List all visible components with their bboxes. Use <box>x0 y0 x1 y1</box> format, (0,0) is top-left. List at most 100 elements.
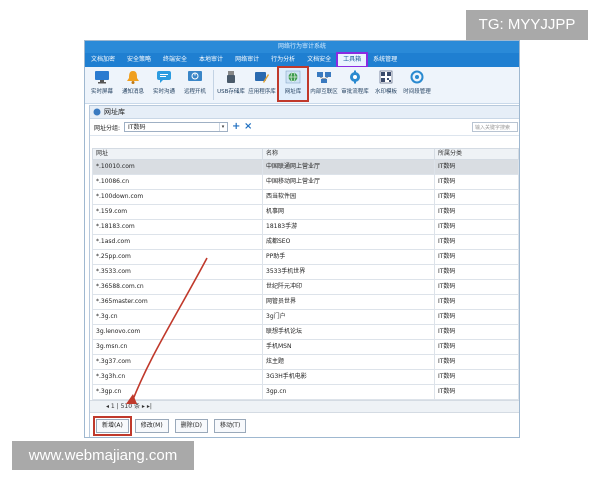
menu-item-endpoint-security[interactable]: 终端安全 <box>157 53 193 67</box>
table-row[interactable]: *.25pp.com PP助手 IT数码 <box>92 249 519 265</box>
table-row[interactable]: *.3g.cn 3g门户 IT数码 <box>92 309 519 325</box>
menu-item-system-admin[interactable]: 系统管理 <box>367 53 403 67</box>
table-row[interactable]: 3g.msn.cn 手机MSN IT数码 <box>92 339 519 355</box>
power-icon <box>187 69 203 85</box>
network-icon <box>316 69 332 85</box>
table-row[interactable]: *.365master.com 网管员世界 IT数码 <box>92 294 519 310</box>
url-cell: 3g.lenovo.com <box>92 324 263 340</box>
name-cell: 中国移动网上营业厅 <box>262 174 435 190</box>
name-cell: 18183手游 <box>262 219 435 235</box>
table-header-row: 网址 名称 所属分类 <box>92 148 519 160</box>
ribbon-watermark-template[interactable]: 水印模板 <box>371 67 401 101</box>
category-cell: IT数码 <box>434 309 519 325</box>
name-cell: 西当软件园 <box>262 189 435 205</box>
name-cell: 3g门户 <box>262 309 435 325</box>
bell-icon <box>125 69 141 85</box>
table-row[interactable]: *.100down.com 西当软件园 IT数码 <box>92 189 519 205</box>
ribbon-time-period[interactable]: 时间段管理 <box>402 67 432 101</box>
menu-item-local-audit[interactable]: 本地审计 <box>193 53 229 67</box>
url-cell: *.3g37.com <box>92 354 263 370</box>
move-button[interactable]: 移动(T) <box>213 418 247 433</box>
table-row[interactable]: *.10010.com 中国联通网上营业厅 IT数码 <box>92 159 519 175</box>
category-cell: IT数码 <box>434 249 519 265</box>
usb-icon <box>223 69 239 85</box>
ribbon-realtime-screen[interactable]: 实时屏幕 <box>87 67 117 101</box>
ribbon-url-library[interactable]: 网址库 <box>277 66 309 102</box>
menu-bar: 文档加密 安全策略 终端安全 本地审计 网络审计 行为分析 文档安全 工具箱 系… <box>85 52 519 68</box>
url-cell: *.25pp.com <box>92 249 263 265</box>
menu-item-doc-encrypt[interactable]: 文档加密 <box>85 53 121 67</box>
url-cell: *.10086.cn <box>92 174 263 190</box>
table-row[interactable]: *.3533.com 3533手机世界 IT数码 <box>92 264 519 280</box>
table-row[interactable]: *.159.com 机事网 IT数码 <box>92 204 519 220</box>
table-row[interactable]: *.18183.com 18183手游 IT数码 <box>92 219 519 235</box>
category-cell: IT数码 <box>434 354 519 370</box>
menu-item-behavior-analysis[interactable]: 行为分析 <box>265 53 301 67</box>
url-cell: 3g.msn.cn <box>92 339 263 355</box>
table-row[interactable]: *.10086.cn 中国移动网上营业厅 IT数码 <box>92 174 519 190</box>
category-cell: IT数码 <box>434 294 519 310</box>
table-row[interactable]: *.36588.com.cn 世纪阡元冲印 IT数码 <box>92 279 519 295</box>
app-window: 网络行为审计系统 文档加密 安全策略 终端安全 本地审计 网络审计 行为分析 文… <box>84 40 520 438</box>
category-cell: IT数码 <box>434 159 519 175</box>
category-cell: IT数码 <box>434 339 519 355</box>
delete-button[interactable]: 删除(D) <box>174 418 208 433</box>
ribbon-approval-flow[interactable]: 审批流程库 <box>340 67 370 101</box>
table-row[interactable]: *.3gp.cn 3gp.cn IT数码 <box>92 384 519 400</box>
page-number: 1 <box>110 403 115 410</box>
add-button[interactable]: 新增(A) <box>93 415 132 436</box>
name-cell: 3533手机世界 <box>262 264 435 280</box>
ribbon-realtime-chat[interactable]: 实时沟通 <box>149 67 179 101</box>
ribbon-notification[interactable]: 通知消息 <box>118 67 148 101</box>
table-row[interactable]: *.1asd.com 成都SEO IT数码 <box>92 234 519 250</box>
ribbon-toolbar: 实时屏幕 通知消息 实时沟通 远程开机 USB存储库 应用程序库 网址库 内部互… <box>85 66 519 104</box>
menu-item-toolbox[interactable]: 工具箱 <box>336 52 369 68</box>
ribbon-internal-network[interactable]: 内部互联区 <box>309 67 339 101</box>
subwindow-title-bar: 网址库 <box>90 106 519 119</box>
url-library-window: 网址库 网址分组: IT数码 ▾ + × 输入关键字搜索 网址 名称 所属分类 <box>89 105 519 437</box>
ribbon-app-library[interactable]: 应用程序库 <box>247 67 277 101</box>
column-header-name[interactable]: 名称 <box>262 148 435 160</box>
add-group-icon[interactable]: + <box>232 122 240 132</box>
url-cell: *.3533.com <box>92 264 263 280</box>
category-cell: IT数码 <box>434 279 519 295</box>
table-row[interactable]: 3g.lenovo.com 联想手机论坛 IT数码 <box>92 324 519 340</box>
ribbon-usb-storage[interactable]: USB存储库 <box>216 67 246 101</box>
category-cell: IT数码 <box>434 384 519 400</box>
name-cell: 中国联通网上营业厅 <box>262 159 435 175</box>
window-icon <box>93 108 101 116</box>
column-header-category[interactable]: 所属分类 <box>434 148 519 160</box>
url-cell: *.3g3h.cn <box>92 369 263 385</box>
column-header-url[interactable]: 网址 <box>92 148 263 160</box>
monitor-icon <box>94 69 110 85</box>
name-cell: 3gp.cn <box>262 384 435 400</box>
search-input[interactable]: 输入关键字搜索 <box>472 122 518 132</box>
menu-item-doc-security[interactable]: 文档安全 <box>301 53 337 67</box>
url-group-value: IT数码 <box>128 124 146 131</box>
category-cell: IT数码 <box>434 234 519 250</box>
url-group-select[interactable]: IT数码 ▾ <box>124 122 229 132</box>
pager-bar: ◂ 1 | 510 条 ▸ ▸| <box>90 400 519 412</box>
edit-button[interactable]: 修改(M) <box>134 418 169 433</box>
app-title: 网络行为审计系统 <box>85 41 519 53</box>
url-cell: *.3g.cn <box>92 309 263 325</box>
gear-flow-icon <box>347 69 363 85</box>
url-cell: *.10010.com <box>92 159 263 175</box>
category-cell: IT数码 <box>434 174 519 190</box>
menu-item-network-audit[interactable]: 网络审计 <box>229 53 265 67</box>
category-cell: IT数码 <box>434 324 519 340</box>
action-button-bar: 新增(A) 修改(M) 删除(D) 移动(T) <box>90 412 519 437</box>
next-page-icon[interactable]: ▸ ▸| <box>142 403 152 410</box>
ribbon-separator <box>213 70 214 100</box>
table-row[interactable]: *.3g37.com 炫主题 IT数码 <box>92 354 519 370</box>
menu-item-security-policy[interactable]: 安全策略 <box>121 53 157 67</box>
name-cell: 3G3H手机电影 <box>262 369 435 385</box>
delete-group-icon[interactable]: × <box>244 122 252 132</box>
record-count: 510 条 <box>120 403 140 410</box>
ribbon-remote-boot[interactable]: 远程开机 <box>180 67 210 101</box>
table-row[interactable]: *.3g3h.cn 3G3H手机电影 IT数码 <box>92 369 519 385</box>
category-cell: IT数码 <box>434 264 519 280</box>
url-table: 网址 名称 所属分类 *.10010.com 中国联通网上营业厅 IT数码 *.100… <box>92 148 519 400</box>
category-cell: IT数码 <box>434 219 519 235</box>
chat-icon <box>156 69 172 85</box>
